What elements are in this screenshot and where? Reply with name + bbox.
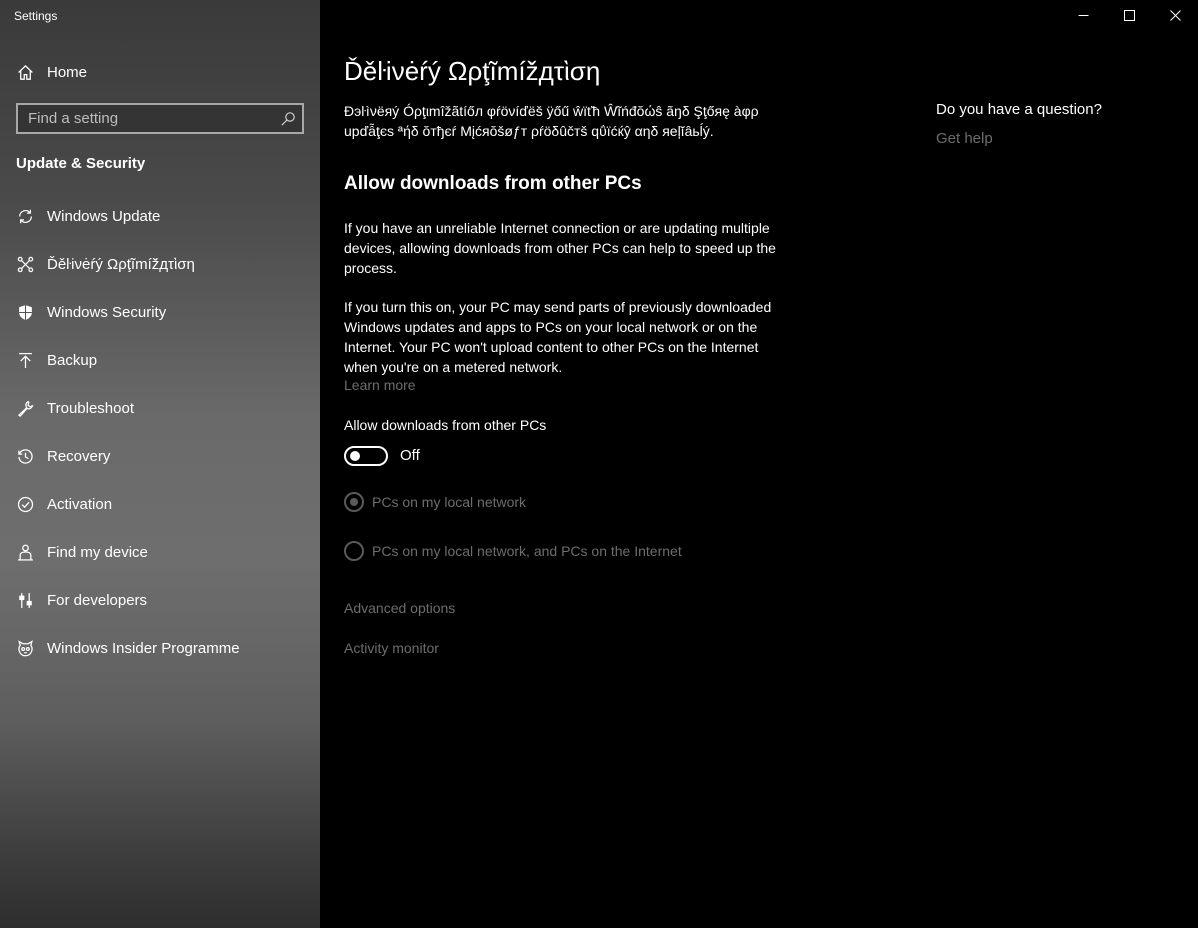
sidebar: Settings Home Find a setting Update & Se… xyxy=(0,0,320,928)
sidebar-item-label: Ďěŀіνėŕý Ωρţĩmíž̌дτὶση xyxy=(47,255,195,273)
insider-cat-icon xyxy=(16,639,34,657)
radio-circle-selected xyxy=(344,492,364,512)
section-heading: Allow downloads from other PCs xyxy=(344,173,642,194)
allow-downloads-toggle[interactable] xyxy=(344,446,388,466)
sidebar-item-label: Backup xyxy=(47,351,98,369)
sidebar-item-label: Activation xyxy=(47,495,113,513)
sidebar-item-label: Windows Security xyxy=(47,303,167,321)
home-label: Home xyxy=(47,63,88,81)
sidebar-nav: Windows Update Ďěŀіνėŕý Ωρţĩmíž̌дτὶση Wi… xyxy=(0,192,320,672)
check-circle-icon xyxy=(16,495,34,513)
maximize-button[interactable] xyxy=(1106,0,1152,30)
activity-monitor-link[interactable]: Activity monitor xyxy=(344,640,439,656)
description-paragraph-1: If you have an unreliable Internet conne… xyxy=(344,220,776,276)
sidebar-item-label: Find my device xyxy=(47,543,148,561)
toggle-label: Allow downloads from other PCs xyxy=(344,417,547,433)
backup-arrow-icon xyxy=(16,351,34,369)
delivery-optimization-icon xyxy=(16,255,34,273)
search-icon[interactable] xyxy=(280,111,296,127)
learn-more-link[interactable]: Learn more xyxy=(344,377,416,393)
get-help-link[interactable]: Get help xyxy=(936,130,993,147)
radio-label: PCs on my local network, and PCs on the … xyxy=(372,543,682,559)
sidebar-item-windows-insider[interactable]: Windows Insider Programme xyxy=(0,624,320,672)
sidebar-item-for-developers[interactable]: For developers xyxy=(0,576,320,624)
sidebar-item-label: Windows Update xyxy=(47,207,161,225)
close-button[interactable] xyxy=(1152,0,1198,30)
sidebar-item-windows-update[interactable]: Windows Update xyxy=(0,192,320,240)
sidebar-item-label: Troubleshoot xyxy=(47,399,134,417)
search-input[interactable]: Find a setting xyxy=(16,103,304,134)
radio-local-and-internet[interactable]: PCs on my local network, and PCs on the … xyxy=(344,541,682,561)
radio-local-network[interactable]: PCs on my local network xyxy=(344,492,526,512)
radio-circle xyxy=(344,541,364,561)
sidebar-item-label: For developers xyxy=(47,591,148,609)
developer-sliders-icon xyxy=(16,591,34,609)
page-title: Ďěŀіνėŕý Ωρţĩmíž̌дτὶση xyxy=(344,56,601,86)
minimize-button[interactable] xyxy=(1060,0,1106,30)
sidebar-item-windows-security[interactable]: Windows Security xyxy=(0,288,320,336)
sidebar-item-delivery-optimization[interactable]: Ďěŀіνėŕý Ωρţĩmíž̌дτὶση xyxy=(0,240,320,288)
sidebar-item-label: Recovery xyxy=(47,447,111,465)
sidebar-item-troubleshoot[interactable]: Troubleshoot xyxy=(0,384,320,432)
minimize-icon xyxy=(1078,14,1088,16)
wrench-icon xyxy=(16,399,34,417)
window-controls xyxy=(1060,0,1198,30)
advanced-options-link[interactable]: Advanced options xyxy=(344,600,455,616)
intro-text: Ðэŀìνёяý Óρţιmîžãtíőл φŕöνíďёš ÿőű ŵïťħ … xyxy=(344,103,759,139)
home-icon xyxy=(16,63,34,81)
home-link[interactable]: Home xyxy=(16,61,87,83)
sidebar-item-label: Windows Insider Programme xyxy=(47,639,240,657)
toggle-knob xyxy=(350,451,360,461)
refresh-icon xyxy=(16,207,34,225)
radio-dot xyxy=(350,498,358,506)
description-paragraph-2: If you turn this on, your PC may send pa… xyxy=(344,299,772,375)
app-title: Settings xyxy=(14,9,58,23)
maximize-icon xyxy=(1123,9,1135,21)
search-placeholder: Find a setting xyxy=(28,110,119,127)
history-icon xyxy=(16,447,34,465)
sidebar-item-recovery[interactable]: Recovery xyxy=(0,432,320,480)
shield-icon xyxy=(16,303,34,321)
toggle-state-text: Off xyxy=(400,447,420,464)
close-icon xyxy=(1169,9,1181,21)
person-locate-icon xyxy=(16,543,34,561)
question-heading: Do you have a question? xyxy=(936,101,1102,118)
section-title: Update & Security xyxy=(16,155,146,172)
sidebar-item-activation[interactable]: Activation xyxy=(0,480,320,528)
sidebar-item-backup[interactable]: Backup xyxy=(0,336,320,384)
sidebar-item-find-my-device[interactable]: Find my device xyxy=(0,528,320,576)
radio-label: PCs on my local network xyxy=(372,494,527,510)
